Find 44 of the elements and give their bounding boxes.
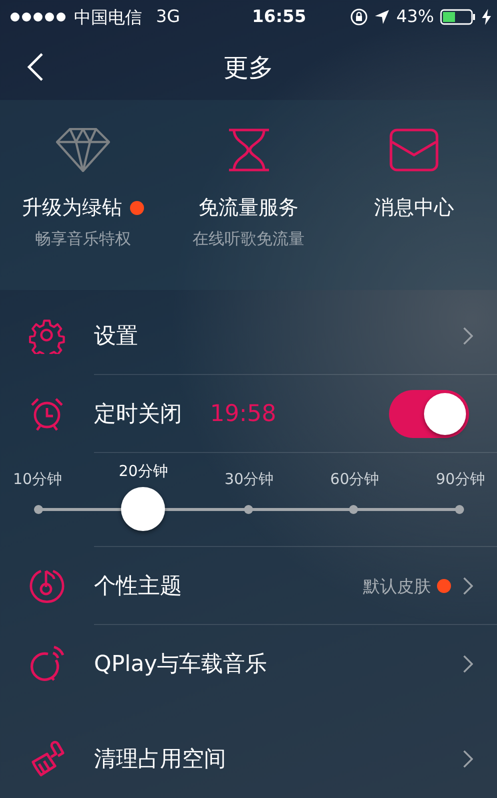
stop-label[interactable]: 10分钟 xyxy=(13,470,62,489)
status-time: 16:55 xyxy=(252,7,306,27)
battery-icon xyxy=(440,9,476,25)
hourglass-icon[interactable] xyxy=(226,128,270,172)
stop-label[interactable]: 60分钟 xyxy=(330,470,380,489)
stop-label[interactable]: 90分钟 xyxy=(436,470,485,489)
location-arrow-icon xyxy=(374,9,390,25)
row-label: 清理占用空间 xyxy=(94,746,226,774)
row-label: 设置 xyxy=(94,323,138,351)
row-label: 定时关闭 xyxy=(94,401,182,429)
menu-row[interactable]: QPlay与车载音乐 xyxy=(0,625,497,703)
wireless-circle-icon xyxy=(28,644,66,684)
row-detail: 默认皮肤 xyxy=(363,576,431,598)
feature-title[interactable]: 消息中心 xyxy=(374,194,454,221)
battery-percent: 43% xyxy=(396,7,434,27)
menu-row[interactable]: 个性主题 默认皮肤 xyxy=(0,547,497,625)
stop-label[interactable]: 30分钟 xyxy=(224,470,274,489)
settings-icon xyxy=(29,318,65,354)
chevron-right-icon xyxy=(463,750,473,768)
diamond-icon[interactable] xyxy=(56,128,110,172)
timer-time: 19:58 xyxy=(210,401,276,427)
toggle-switch[interactable] xyxy=(389,390,469,438)
row-label: 个性主题 xyxy=(94,573,182,601)
charging-icon xyxy=(482,9,492,25)
alarm-clock-icon xyxy=(29,396,65,432)
carrier-name: 中国电信 xyxy=(74,6,142,28)
music-note-icon xyxy=(29,568,65,604)
brush-icon xyxy=(29,740,65,778)
stop-label[interactable]: 20分钟 xyxy=(118,462,168,481)
feature-subtitle: 在线听歌免流量 xyxy=(192,229,304,250)
row-label: QPlay与车载音乐 xyxy=(94,651,268,679)
slider-thumb[interactable] xyxy=(121,487,166,531)
rotation-lock-icon xyxy=(350,8,368,26)
feature-title[interactable]: 升级为绿钻 xyxy=(22,194,122,221)
menu-row[interactable]: 清理占用空间 xyxy=(0,720,497,798)
menu-row[interactable]: 设置 xyxy=(0,297,497,375)
feature-title[interactable]: 免流量服务 xyxy=(198,194,298,221)
chevron-right-icon xyxy=(463,577,473,595)
feature-subtitle: 畅享音乐特权 xyxy=(34,229,131,250)
chevron-right-icon xyxy=(463,655,473,673)
page-title: 更多 xyxy=(224,52,274,84)
network-type: 3G xyxy=(156,7,180,27)
chevron-right-icon xyxy=(463,327,473,345)
signal-icon xyxy=(10,12,68,22)
